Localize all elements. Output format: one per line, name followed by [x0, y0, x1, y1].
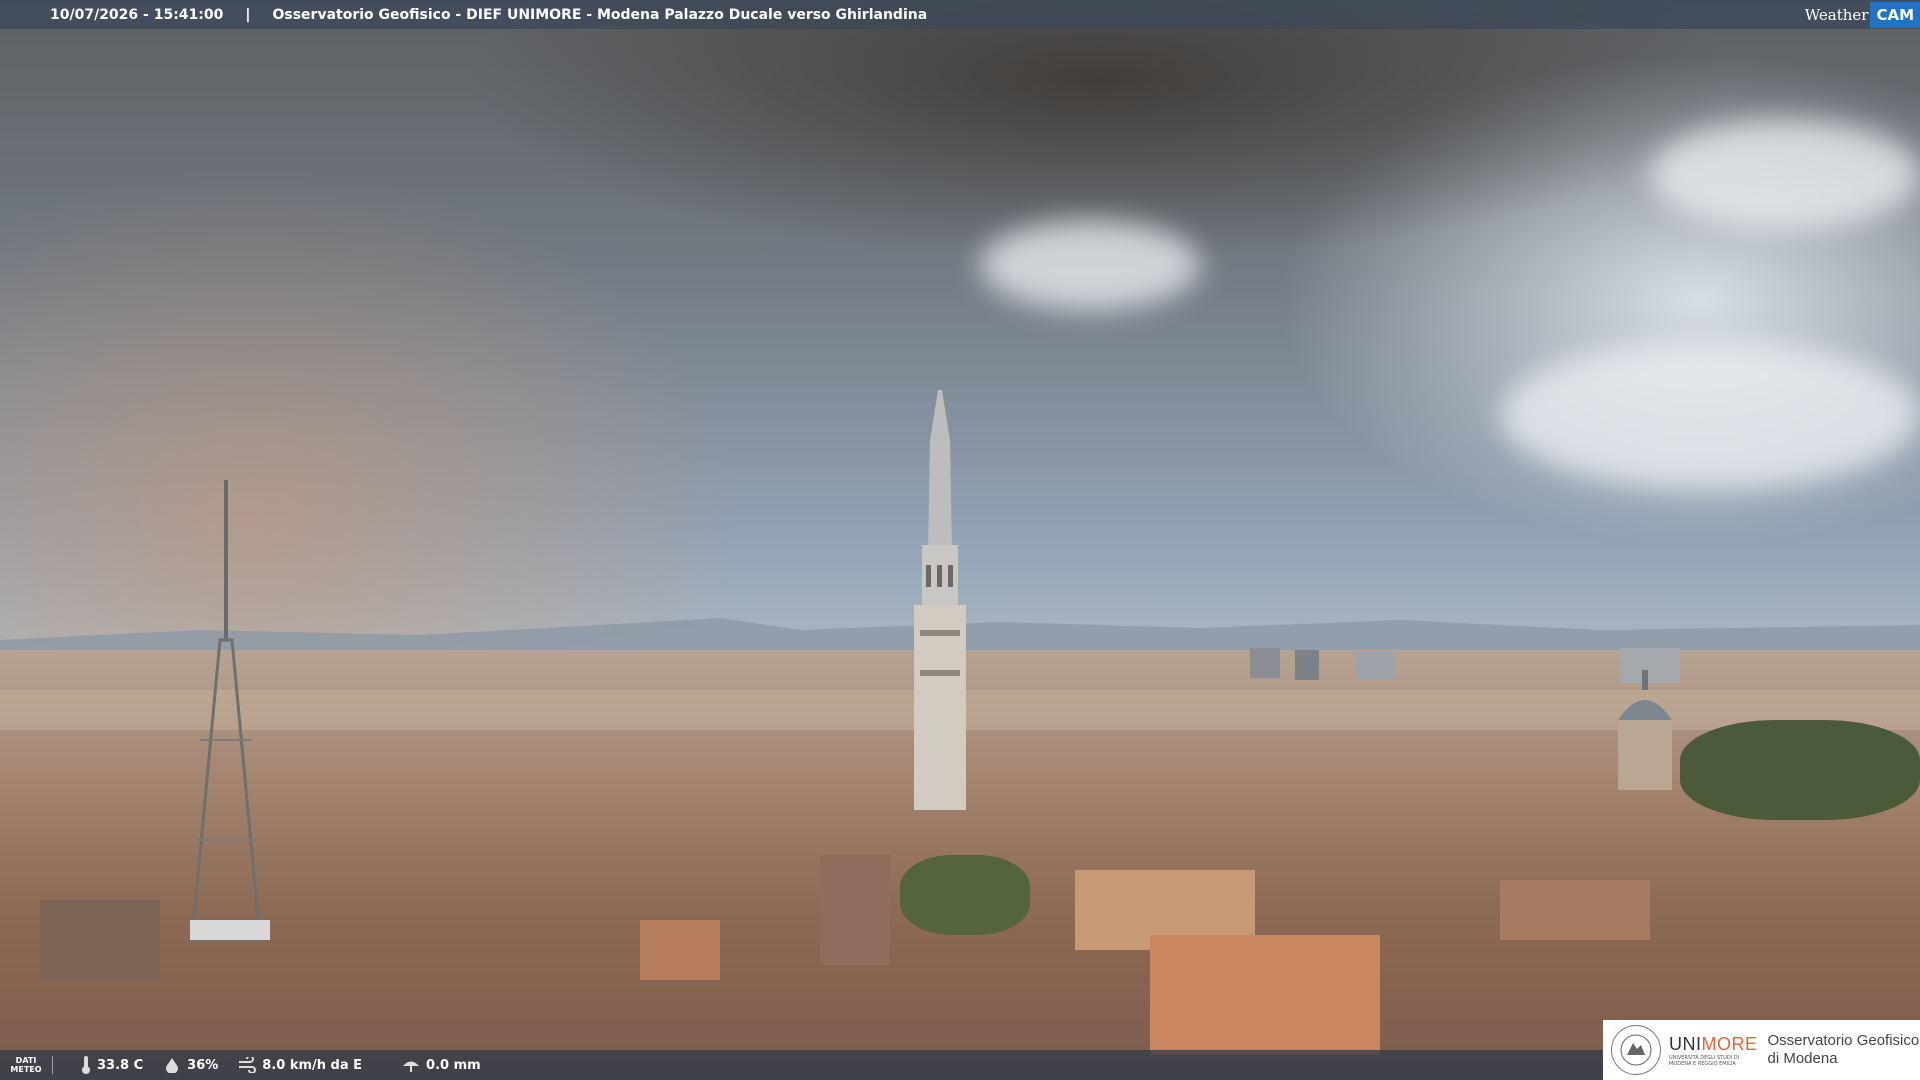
weather-data-bar: DATI METEO 33.8 C 36% 8.0 km/h da E 0.0 … [0, 1050, 1610, 1080]
temperature-item: 33.8 C [81, 1056, 143, 1074]
rain-value: 0.0 mm [426, 1057, 481, 1073]
building [1295, 650, 1319, 680]
uni-sub2: MODENA E REGGIO EMILIA [1669, 1060, 1736, 1067]
university-seal-icon [1611, 1025, 1661, 1075]
uni-suffix: MORE [1701, 1033, 1758, 1054]
cloud [1650, 120, 1920, 230]
caption-bar: 10/07/2026 - 15:41:00 | Osservatorio Geo… [0, 0, 1920, 29]
cloud [1500, 340, 1920, 490]
antenna-tower [190, 480, 270, 942]
unimore-logo-box: UNIMORE UNIVERSITÀ DEGLI STUDI DI MODENA… [1603, 1020, 1920, 1080]
building [1500, 880, 1650, 940]
webcam-image [0, 0, 1920, 1080]
church-dome [1618, 670, 1672, 790]
building [640, 920, 720, 980]
humidity-icon [166, 1058, 179, 1073]
thermometer-icon [82, 1056, 90, 1074]
observatory-name: Osservatorio Geofisico di Modena [1768, 1032, 1920, 1068]
trees [1680, 720, 1920, 820]
rain-icon [403, 1061, 420, 1072]
wind-value: 8.0 km/h da E [262, 1057, 363, 1073]
temperature-value: 33.8 C [97, 1057, 144, 1073]
wind-icon [239, 1057, 257, 1073]
label-line2: METEO [10, 1065, 42, 1074]
obs-line2: di Modena [1767, 1050, 1838, 1067]
uni-prefix: UNI [1669, 1033, 1702, 1054]
building [820, 855, 890, 965]
label-line1: DATI [15, 1056, 37, 1065]
trees [900, 855, 1030, 935]
camera-title: Osservatorio Geofisico - DIEF UNIMORE - … [272, 6, 928, 23]
building [40, 900, 160, 980]
brand-cam: CAM [1870, 1, 1920, 28]
humidity-item: 36% [163, 1057, 218, 1073]
ghirlandina-tower [914, 390, 966, 810]
unimore-wordmark: UNIMORE UNIVERSITÀ DEGLI STUDI DI MODENA… [1669, 1034, 1758, 1067]
building [1355, 652, 1395, 680]
building [1150, 935, 1380, 1055]
humidity-value: 36% [187, 1057, 219, 1073]
cloud [980, 220, 1200, 310]
obs-line1: Osservatorio Geofisico [1767, 1032, 1920, 1049]
rain-item: 0.0 mm [402, 1057, 481, 1073]
weathercam-brand: Weather CAM [1805, 0, 1920, 29]
weather-data-label: DATI METEO [0, 1056, 53, 1074]
building [1250, 648, 1280, 678]
brand-weather: Weather [1804, 5, 1869, 24]
wind-item: 8.0 km/h da E [238, 1057, 362, 1073]
separator: | [245, 6, 251, 23]
timestamp: 10/07/2026 - 15:41:00 [50, 6, 224, 23]
